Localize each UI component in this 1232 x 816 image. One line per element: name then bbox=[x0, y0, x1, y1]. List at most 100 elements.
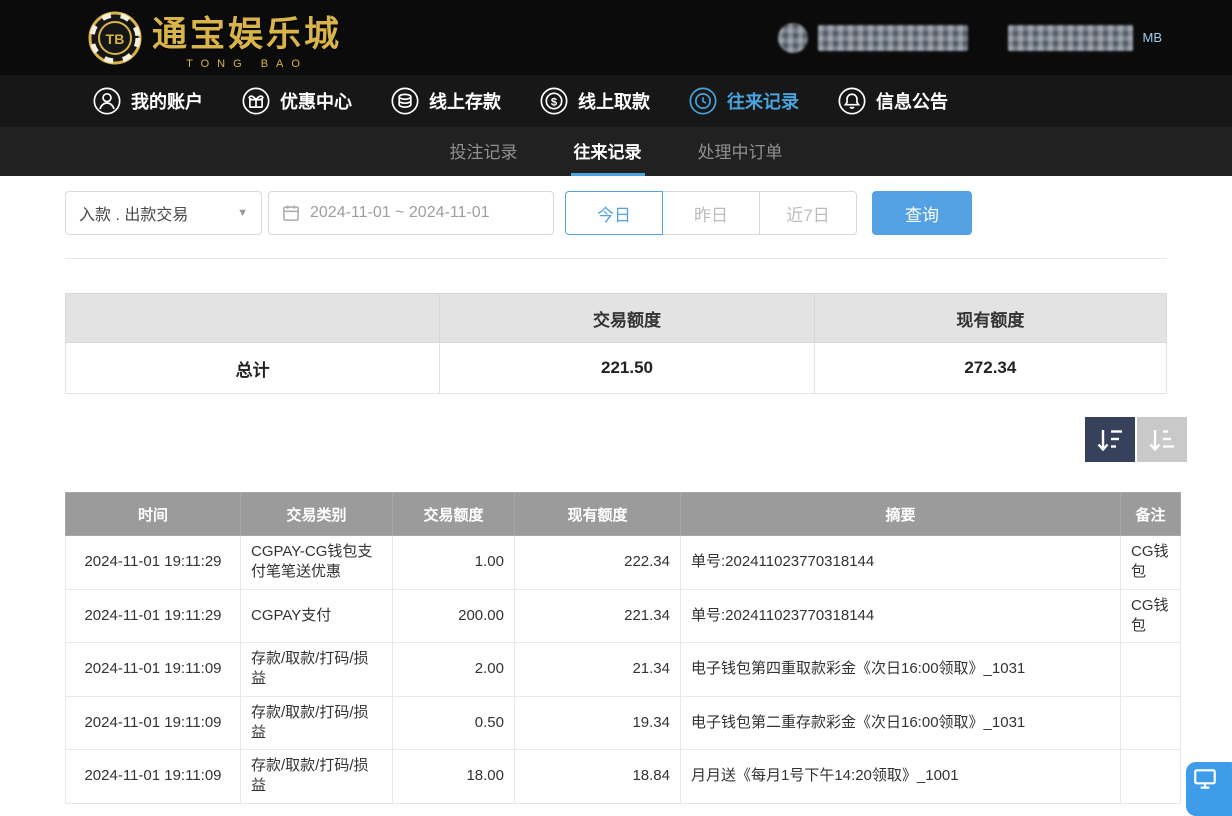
summary-header-balance: 现有额度 bbox=[814, 294, 1166, 343]
sort-descending-button[interactable] bbox=[1085, 417, 1135, 462]
header-time: 时间 bbox=[66, 493, 241, 536]
cell-time: 2024-11-01 19:11:09 bbox=[66, 643, 241, 697]
cell-time: 2024-11-01 19:11:09 bbox=[66, 696, 241, 750]
sort-descending-icon bbox=[1095, 427, 1125, 453]
gift-icon bbox=[241, 86, 271, 116]
date-range-input[interactable]: 2024-11-01 ~ 2024-11-01 bbox=[268, 191, 554, 235]
summary-row-label: 总计 bbox=[66, 343, 440, 394]
logo-subtitle: TONG BAO bbox=[186, 58, 308, 70]
chevron-down-icon: ▼ bbox=[237, 207, 248, 219]
deposit-coins-icon bbox=[390, 86, 420, 116]
last7days-button[interactable]: 近7日 bbox=[759, 191, 857, 235]
customer-service-widget[interactable] bbox=[1186, 762, 1232, 816]
nav-item-label: 往来记录 bbox=[727, 88, 799, 114]
header-type: 交易类别 bbox=[241, 493, 393, 536]
summary-header-row: 交易额度 现有额度 bbox=[66, 294, 1167, 343]
tab-bar: 投注记录 往来记录 处理中订单 bbox=[0, 127, 1232, 176]
quick-date-group: 今日 昨日 近7日 bbox=[565, 191, 857, 235]
tab-label: 处理中订单 bbox=[698, 138, 783, 163]
main-content: 入款 . 出款交易 ▼ 2024-11-01 ~ 2024-11-01 今日 昨… bbox=[0, 191, 1232, 804]
cell-amount: 18.00 bbox=[393, 750, 515, 804]
cell-summary: 电子钱包第二重存款彩金《次日16:00领取》_1031 bbox=[681, 696, 1121, 750]
logo-text: 通宝娱乐城 TONG BAO bbox=[152, 6, 342, 70]
svg-text:$: $ bbox=[551, 96, 558, 108]
user-area: MB bbox=[778, 23, 1163, 53]
chip-label: TB bbox=[106, 31, 125, 47]
blurred-username bbox=[818, 25, 968, 51]
table-row: 2024-11-01 19:11:29 CGPAY支付 200.00 221.3… bbox=[66, 589, 1181, 643]
cell-summary: 单号:202411023770318144 bbox=[681, 589, 1121, 643]
nav-item-label: 线上存款 bbox=[429, 88, 501, 114]
tab-processing-orders[interactable]: 处理中订单 bbox=[695, 127, 786, 176]
last7days-label: 近7日 bbox=[786, 201, 829, 226]
table-row: 2024-11-01 19:11:29 CGPAY-CG钱包支付笔笔送优惠 1.… bbox=[66, 536, 1181, 590]
select-value: 入款 . 出款交易 bbox=[79, 201, 188, 225]
withdraw-dollar-icon: $ bbox=[539, 86, 569, 116]
nav-item-my-account[interactable]: 我的账户 bbox=[92, 86, 203, 116]
logo[interactable]: TB 通宝娱乐城 TONG BAO bbox=[88, 6, 342, 70]
filter-row: 入款 . 出款交易 ▼ 2024-11-01 ~ 2024-11-01 今日 昨… bbox=[65, 191, 1167, 235]
cell-time: 2024-11-01 19:11:29 bbox=[66, 536, 241, 590]
sort-ascending-button[interactable] bbox=[1137, 417, 1187, 462]
cell-summary: 月月送《每月1号下午14:20领取》_1001 bbox=[681, 750, 1121, 804]
records-history-icon bbox=[688, 86, 718, 116]
table-header-row: 时间 交易类别 交易额度 现有额度 摘要 备注 bbox=[66, 493, 1181, 536]
transaction-type-select[interactable]: 入款 . 出款交易 ▼ bbox=[65, 191, 262, 235]
cell-summary: 电子钱包第四重取款彩金《次日16:00领取》_1031 bbox=[681, 643, 1121, 697]
logo-title: 通宝娱乐城 bbox=[152, 6, 342, 57]
nav-item-transaction-records[interactable]: 往来记录 bbox=[688, 86, 799, 116]
nav-item-online-withdrawal[interactable]: $ 线上取款 bbox=[539, 86, 650, 116]
sort-controls bbox=[45, 417, 1187, 462]
cell-type: CGPAY-CG钱包支付笔笔送优惠 bbox=[241, 536, 393, 590]
nav-item-label: 线上取款 bbox=[578, 88, 650, 114]
transactions-table: 时间 交易类别 交易额度 现有额度 摘要 备注 2024-11-01 19:11… bbox=[65, 492, 1181, 804]
nav-item-promotions[interactable]: 优惠中心 bbox=[241, 86, 352, 116]
summary-balance-total: 272.34 bbox=[814, 343, 1166, 394]
blurred-avatar bbox=[778, 23, 808, 53]
nav-item-online-deposit[interactable]: 线上存款 bbox=[390, 86, 501, 116]
cell-type: 存款/取款/打码/损益 bbox=[241, 750, 393, 804]
nav-item-label: 我的账户 bbox=[131, 88, 203, 114]
today-label: 今日 bbox=[597, 201, 631, 226]
cell-balance: 221.34 bbox=[515, 589, 681, 643]
cell-time: 2024-11-01 19:11:29 bbox=[66, 589, 241, 643]
cell-amount: 200.00 bbox=[393, 589, 515, 643]
nav-item-announcements[interactable]: 信息公告 bbox=[837, 86, 948, 116]
cell-note bbox=[1121, 643, 1181, 697]
tab-transaction-records[interactable]: 往来记录 bbox=[571, 127, 645, 176]
cell-note bbox=[1121, 696, 1181, 750]
cell-balance: 18.84 bbox=[515, 750, 681, 804]
summary-table: 交易额度 现有额度 总计 221.50 272.34 bbox=[65, 293, 1167, 394]
tab-label: 往来记录 bbox=[574, 138, 642, 163]
cell-balance: 21.34 bbox=[515, 643, 681, 697]
user-icon bbox=[92, 86, 122, 116]
yesterday-button[interactable]: 昨日 bbox=[662, 191, 760, 235]
cell-balance: 19.34 bbox=[515, 696, 681, 750]
header-amount: 交易额度 bbox=[393, 493, 515, 536]
date-range-value: 2024-11-01 ~ 2024-11-01 bbox=[310, 204, 490, 222]
table-row: 2024-11-01 19:11:09 存款/取款/打码/损益 18.00 18… bbox=[66, 750, 1181, 804]
cell-amount: 1.00 bbox=[393, 536, 515, 590]
monitor-icon bbox=[1192, 766, 1218, 792]
nav-item-label: 优惠中心 bbox=[280, 88, 352, 114]
cell-note: CG钱包 bbox=[1121, 589, 1181, 643]
currency-label: MB bbox=[1143, 30, 1163, 45]
tab-bet-records[interactable]: 投注记录 bbox=[447, 127, 521, 176]
cell-type: 存款/取款/打码/损益 bbox=[241, 643, 393, 697]
blurred-balance bbox=[1008, 25, 1133, 51]
top-header: TB 通宝娱乐城 TONG BAO MB bbox=[0, 0, 1232, 75]
cell-amount: 0.50 bbox=[393, 696, 515, 750]
header-summary: 摘要 bbox=[681, 493, 1121, 536]
sort-ascending-icon bbox=[1147, 427, 1177, 453]
table-row: 2024-11-01 19:11:09 存款/取款/打码/损益 0.50 19.… bbox=[66, 696, 1181, 750]
cell-balance: 222.34 bbox=[515, 536, 681, 590]
search-button[interactable]: 查询 bbox=[872, 191, 972, 235]
summary-header-empty bbox=[66, 294, 440, 343]
header-note: 备注 bbox=[1121, 493, 1181, 536]
yesterday-label: 昨日 bbox=[694, 201, 728, 226]
today-button[interactable]: 今日 bbox=[565, 191, 663, 235]
cell-time: 2024-11-01 19:11:09 bbox=[66, 750, 241, 804]
tab-label: 投注记录 bbox=[450, 138, 518, 163]
poker-chip-icon: TB bbox=[88, 11, 142, 65]
main-nav: 我的账户 优惠中心 线上存款 $ 线上取款 bbox=[0, 75, 1232, 127]
